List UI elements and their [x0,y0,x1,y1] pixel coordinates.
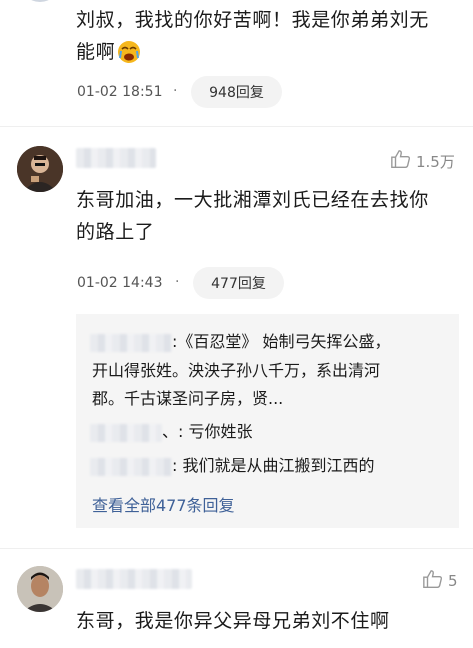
reply-line: 郡。千古谋圣问子房，贤... [92,389,284,408]
reply-count-button[interactable]: 948回复 [191,76,282,108]
comment-line: 东哥，我是你异父异母兄弟刘不住啊 [76,610,390,632]
reply-line: 开山得张姓。泱泱子孙八千万，系出清河 [92,361,381,380]
thumbs-up-icon [390,148,412,174]
divider [0,548,473,549]
reply-username-masked[interactable] [90,334,172,352]
divider [0,126,473,127]
username-masked[interactable] [76,569,192,589]
view-all-replies-link[interactable]: 查看全部477条回复 [92,492,235,516]
comment-text: 刘叔，我找的你好苦啊！我是你弟弟刘无 能啊 [76,4,466,68]
comment-line: 的路上了 [76,221,155,243]
avatar[interactable] [17,566,63,612]
comment-line: 刘叔，我找的你好苦啊！我是你弟弟刘无 [76,9,429,31]
reply-username-masked[interactable] [90,458,172,476]
reply-text[interactable]: :《百忍堂》 始制弓矢挥公盛， [172,328,458,356]
reply-text-cont[interactable]: 开山得张姓。泱泱子孙八千万，系出清河 郡。千古谋圣问子房，贤... [92,357,454,413]
avatar[interactable] [17,146,63,192]
reply-line: :《百忍堂》 始制弓矢挥公盛， [172,332,391,351]
avatar-partial[interactable] [20,0,60,2]
like-button[interactable]: 5 [422,568,458,594]
reply-count-button[interactable]: 477回复 [193,267,284,299]
replies-panel: :《百忍堂》 始制弓矢挥公盛， 开山得张姓。泱泱子孙八千万，系出清河 郡。千古谋… [76,314,459,528]
comment-text: 东哥，我是你异父异母兄弟刘不住啊 [76,605,466,637]
comment-time: 01-02 14:43 [77,275,163,291]
like-count: 5 [448,572,458,590]
comment-time: 01-02 18:51 [77,84,163,100]
separator-dot: · [175,274,180,290]
like-count: 1.5万 [416,152,455,171]
crying-face-emoji [117,40,141,64]
reply-username-masked[interactable] [90,424,162,442]
comment-line: 能啊 [76,41,116,63]
reply-text[interactable]: : 我们就是从曲江搬到江西的 [172,452,374,480]
like-button[interactable]: 1.5万 [390,148,455,174]
thumbs-up-icon [422,568,444,594]
separator-dot: · [173,83,178,99]
comment-line: 东哥加油，一大批湘潭刘氏已经在去找你 [76,189,429,211]
reply-text[interactable]: 、: 亏你姓张 [162,418,252,446]
username-masked[interactable] [76,148,156,168]
comment-text: 东哥加油，一大批湘潭刘氏已经在去找你 的路上了 [76,184,466,248]
